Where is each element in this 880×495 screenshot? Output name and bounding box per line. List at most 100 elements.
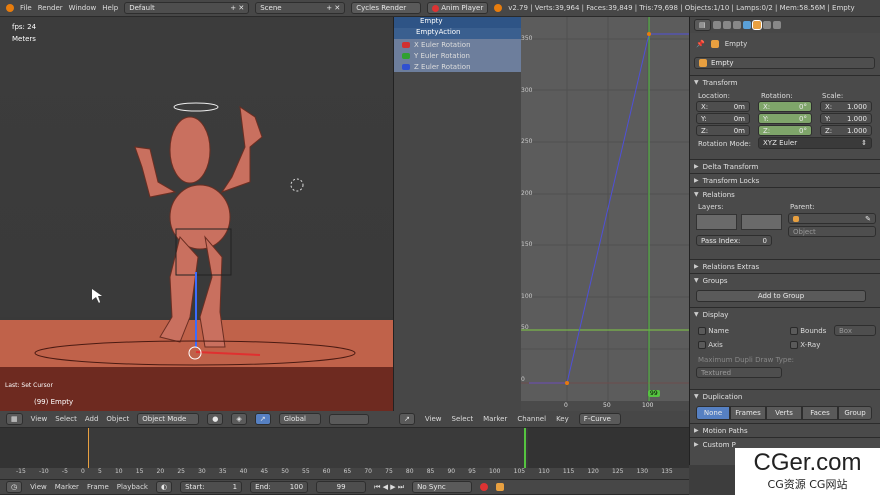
key-menu[interactable]: Key (556, 415, 569, 423)
mode-select[interactable]: Object Mode (137, 413, 200, 425)
physics-tab-icon[interactable] (772, 21, 781, 29)
channel-row-action[interactable]: EmptyAction (394, 28, 521, 39)
eye-icon[interactable] (402, 63, 410, 70)
location-y[interactable]: Y: 0m (696, 113, 750, 124)
add-to-group-button[interactable]: Add to Group (696, 290, 866, 302)
rotation-y[interactable]: Y: 0° (758, 113, 812, 124)
dupli-faces-button[interactable]: Faces (802, 406, 838, 420)
display-header[interactable]: ▼ Display (690, 307, 880, 321)
eyedropper-icon[interactable]: ✎ (865, 215, 871, 223)
3d-viewport[interactable]: fps: 24 Meters Last: Set Cursor (99) Emp… (0, 17, 393, 411)
select-menu[interactable]: Select (55, 415, 77, 423)
preview-range-toggle[interactable]: ◐ (155, 481, 173, 493)
playback-menu[interactable]: Playback (117, 483, 148, 491)
playback-controls[interactable]: ⏮ ◀ ▶ ⏭ (374, 483, 404, 492)
delta-transform-header[interactable]: ▶ Delta Transform (690, 159, 880, 173)
channel-row-y-rot[interactable]: Y Euler Rotation (394, 50, 521, 61)
location-x[interactable]: X: 0m (696, 101, 750, 112)
name-checkbox[interactable]: Name (698, 327, 729, 335)
duplication-header[interactable]: ▼ Duplication (690, 389, 880, 403)
add-icon[interactable]: + ✕ (326, 4, 340, 12)
add-menu[interactable]: Add (85, 415, 99, 423)
rotation-x[interactable]: X: 0° (758, 101, 812, 112)
graph-mode-select[interactable]: F-Curve (578, 413, 621, 425)
layers-tab-icon[interactable] (722, 21, 731, 29)
frame-menu[interactable]: Frame (87, 483, 109, 491)
channel-menu[interactable]: Channel (517, 415, 546, 423)
object-name-field[interactable]: Empty (694, 57, 875, 69)
parent-field[interactable]: ✎ (788, 213, 876, 224)
parent-type-select[interactable]: Object (788, 226, 876, 237)
bounds-checkbox[interactable]: Bounds (790, 327, 826, 335)
pin-icon[interactable]: 📌 (696, 40, 705, 48)
anim-player-button[interactable]: Anim Player (427, 2, 489, 14)
relations-header[interactable]: ▼ Relations (690, 187, 880, 201)
editor-type-icon[interactable]: ↗ (399, 413, 415, 425)
groups-header[interactable]: ▼ Groups (690, 273, 880, 287)
rotation-z[interactable]: Z: 0° (758, 125, 812, 136)
screen-layout-select[interactable]: Default + ✕ (124, 2, 250, 14)
menu-render[interactable]: Render (38, 4, 63, 12)
layer-grid[interactable] (741, 214, 782, 230)
sync-select[interactable]: No Sync (412, 481, 473, 493)
layers-grid[interactable] (328, 413, 369, 425)
location-z[interactable]: Z: 0m (696, 125, 750, 136)
render-engine-select[interactable]: Cycles Render (351, 2, 422, 14)
keying-set-icon[interactable] (496, 483, 505, 491)
draw-type-select[interactable]: Textured (696, 367, 782, 378)
record-icon[interactable] (480, 483, 489, 491)
transform-panel-header[interactable]: ▼ Transform (690, 75, 880, 89)
scene-select[interactable]: Scene + ✕ (255, 2, 346, 14)
dupli-none-button[interactable]: None (696, 406, 730, 420)
transform-locks-header[interactable]: ▶ Transform Locks (690, 173, 880, 187)
relations-extras-header[interactable]: ▶ Relations Extras (690, 259, 880, 273)
menu-help[interactable]: Help (102, 4, 118, 12)
marker-menu[interactable]: Marker (483, 415, 507, 423)
view-menu[interactable]: View (30, 483, 47, 491)
eye-icon[interactable] (402, 52, 410, 59)
channel-row-empty[interactable]: Empty (394, 17, 521, 28)
dupli-verts-button[interactable]: Verts (766, 406, 802, 420)
pass-index-field[interactable]: Pass Index: 0 (696, 235, 772, 246)
current-frame-indicator[interactable]: 99 (648, 390, 660, 397)
eye-icon[interactable] (402, 41, 410, 48)
rotation-mode-select[interactable]: XYZ Euler ⇕ (758, 137, 872, 149)
marker-menu[interactable]: Marker (55, 483, 79, 491)
orientation-select[interactable]: Global (278, 413, 321, 425)
bounds-type-select[interactable]: Box (834, 325, 876, 336)
editor-type-icon[interactable]: ▤ (694, 19, 711, 31)
timeline-cursor[interactable] (524, 428, 526, 468)
scene-tab-icon[interactable] (732, 21, 741, 29)
current-frame-field[interactable]: 99 (316, 481, 367, 493)
editor-type-icon[interactable]: ◷ (6, 481, 23, 493)
world-tab-icon[interactable] (742, 21, 751, 29)
end-frame-field[interactable]: End: 100 (250, 481, 309, 493)
constraints-tab-icon[interactable] (762, 21, 771, 29)
pivot-select[interactable]: ◈ (231, 413, 247, 425)
object-menu[interactable]: Object (106, 415, 129, 423)
dupli-group-button[interactable]: Group (838, 406, 872, 420)
menu-file[interactable]: File (20, 4, 32, 12)
shading-select[interactable]: ● (207, 413, 224, 425)
xray-checkbox[interactable]: X-Ray (790, 341, 820, 349)
select-menu[interactable]: Select (452, 415, 474, 423)
scale-z[interactable]: Z: 1.000 (820, 125, 872, 136)
menu-window[interactable]: Window (69, 4, 97, 12)
editor-type-icon[interactable]: ▦ (6, 413, 23, 425)
graph-editor[interactable]: 350 300 250 200 150 100 50 0 0 50 100 99 (521, 17, 689, 411)
scale-x[interactable]: X: 1.000 (820, 101, 872, 112)
manipulator-toggle[interactable]: ↗ (254, 413, 271, 425)
layer-grid[interactable] (696, 214, 737, 230)
axis-checkbox[interactable]: Axis (698, 341, 723, 349)
channel-row-x-rot[interactable]: X Euler Rotation (394, 39, 521, 50)
view-menu[interactable]: View (31, 415, 48, 423)
add-icon[interactable]: + ✕ (230, 4, 244, 12)
channel-row-z-rot[interactable]: Z Euler Rotation (394, 61, 521, 72)
timeline-editor[interactable]: -15 -10 -5 0 5 10 15 20 25 30 35 40 45 50 55 60 65 70 75 80… (0, 428, 689, 479)
motion-paths-header[interactable]: ▶ Motion Paths (690, 423, 880, 437)
object-tab-icon[interactable] (751, 20, 762, 30)
blender-logo-icon[interactable] (6, 4, 14, 12)
view-menu[interactable]: View (425, 415, 442, 423)
dupli-frames-button[interactable]: Frames (730, 406, 766, 420)
start-frame-field[interactable]: Start: 1 (180, 481, 243, 493)
